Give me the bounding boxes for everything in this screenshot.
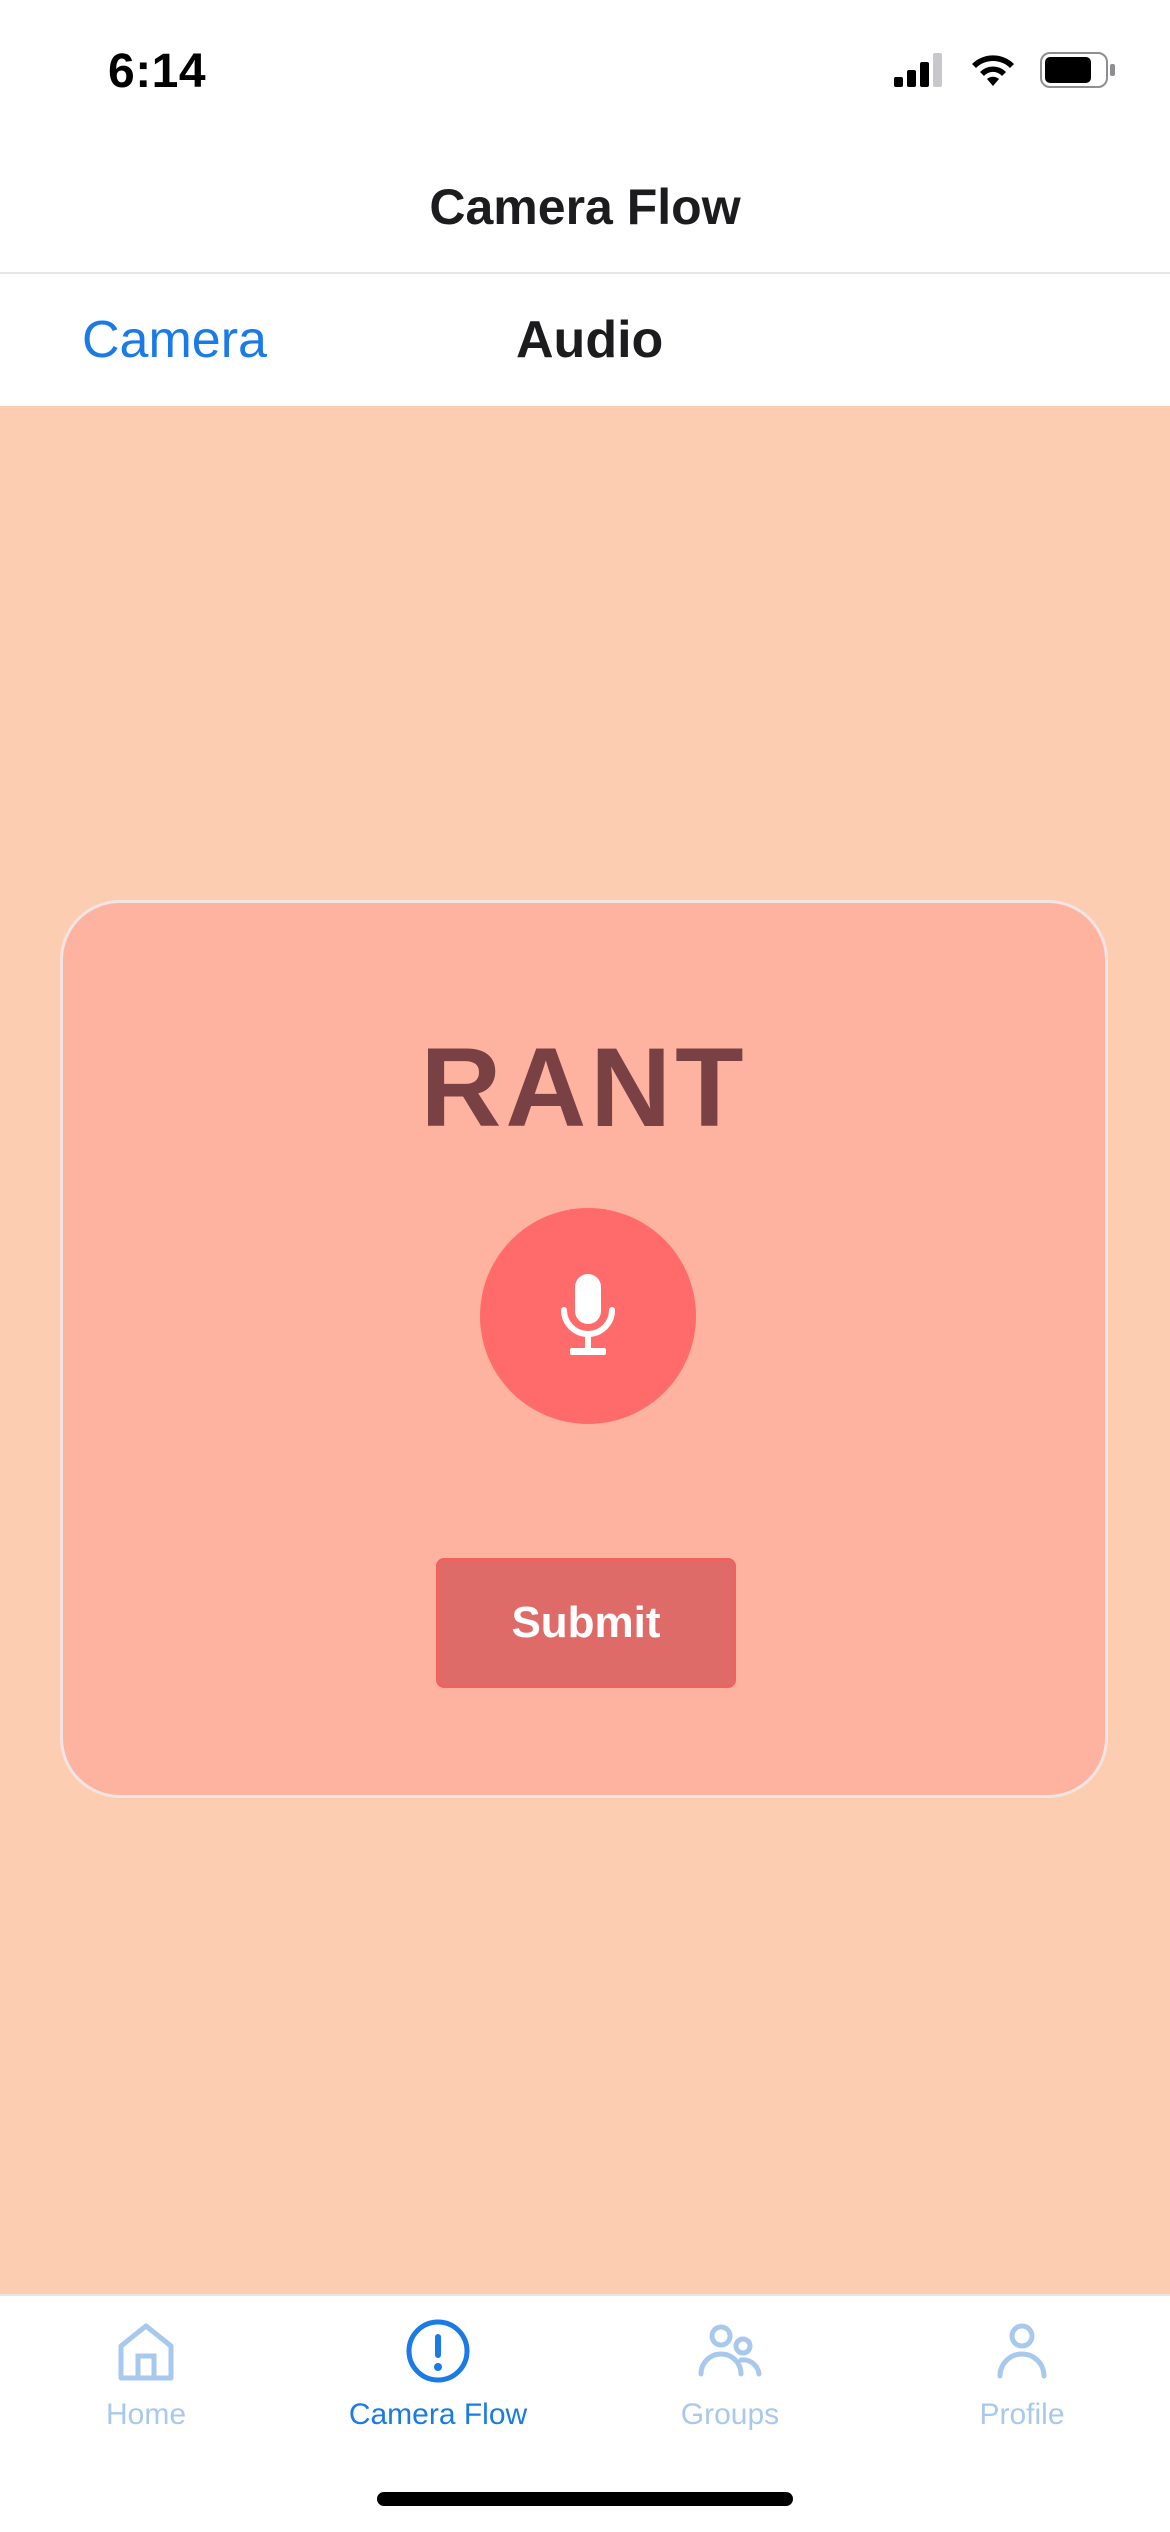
home-icon (118, 2323, 174, 2381)
exclamation-circle-icon (406, 2319, 470, 2383)
tab-bar-label-profile: Profile (979, 2398, 1065, 2431)
groups-icon (698, 2324, 762, 2377)
submit-button[interactable]: Submit (436, 1558, 736, 1688)
bottom-tab-bar: Home Camera Flow Groups Profile (0, 2294, 1170, 2532)
tab-audio[interactable]: Audio (516, 310, 663, 370)
tab-camera[interactable]: Camera (82, 310, 267, 370)
home-indicator[interactable] (377, 2492, 793, 2506)
page-title: Camera Flow (429, 179, 741, 235)
tab-bar-item-camera-flow[interactable]: Camera Flow (292, 2316, 584, 2466)
status-bar: 6:14 (0, 0, 1170, 140)
record-audio-button[interactable] (480, 1208, 696, 1424)
tab-bar-label-camera-flow: Camera Flow (348, 2398, 528, 2431)
tab-bar-label-groups: Groups (680, 2398, 780, 2431)
status-time: 6:14 (108, 45, 207, 98)
content-area: RANT Submit (0, 406, 1170, 2294)
battery-icon (1040, 52, 1115, 88)
microphone-icon (561, 1274, 615, 1355)
nav-header: Camera Flow (0, 140, 1170, 274)
rant-card: RANT Submit (60, 900, 1108, 1798)
card-title: RANT (420, 1025, 748, 1150)
tab-bar-item-home[interactable]: Home (0, 2316, 292, 2466)
cellular-signal-icon (894, 53, 942, 87)
status-icons (894, 52, 1116, 88)
segmented-tabs: Camera Audio (0, 274, 1170, 406)
profile-icon (997, 2323, 1047, 2379)
tab-bar-label-home: Home (105, 2398, 187, 2431)
wifi-icon (972, 55, 1014, 86)
tab-bar-item-groups[interactable]: Groups (584, 2316, 876, 2466)
tab-bar-item-profile[interactable]: Profile (876, 2316, 1168, 2466)
